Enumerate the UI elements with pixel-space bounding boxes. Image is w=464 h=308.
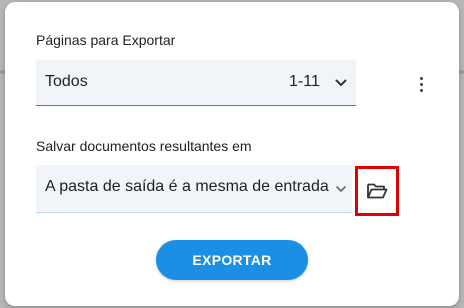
export-button[interactable]: EXPORTAR [156,240,308,280]
pages-select[interactable]: Todos 1-11 [36,60,356,106]
more-vert-icon [419,76,423,80]
pages-range: 1-11 [289,73,320,90]
chevron-down-icon [336,186,346,192]
pages-to-export-label: Páginas para Exportar [36,32,176,48]
pages-select-value: Todos [45,73,88,90]
chevron-down-icon [335,79,347,86]
destination-select-value: A pasta de saída é a mesma de entrada [45,178,329,195]
save-location-label: Salvar documentos resultantes em [36,138,252,154]
more-options-button[interactable] [413,72,429,96]
destination-select[interactable]: A pasta de saída é a mesma de entrada [36,165,352,213]
export-dialog: Páginas para Exportar Todos 1-11 Salvar … [5,2,459,306]
folder-open-icon [367,183,388,199]
browse-folder-button[interactable] [355,166,399,216]
